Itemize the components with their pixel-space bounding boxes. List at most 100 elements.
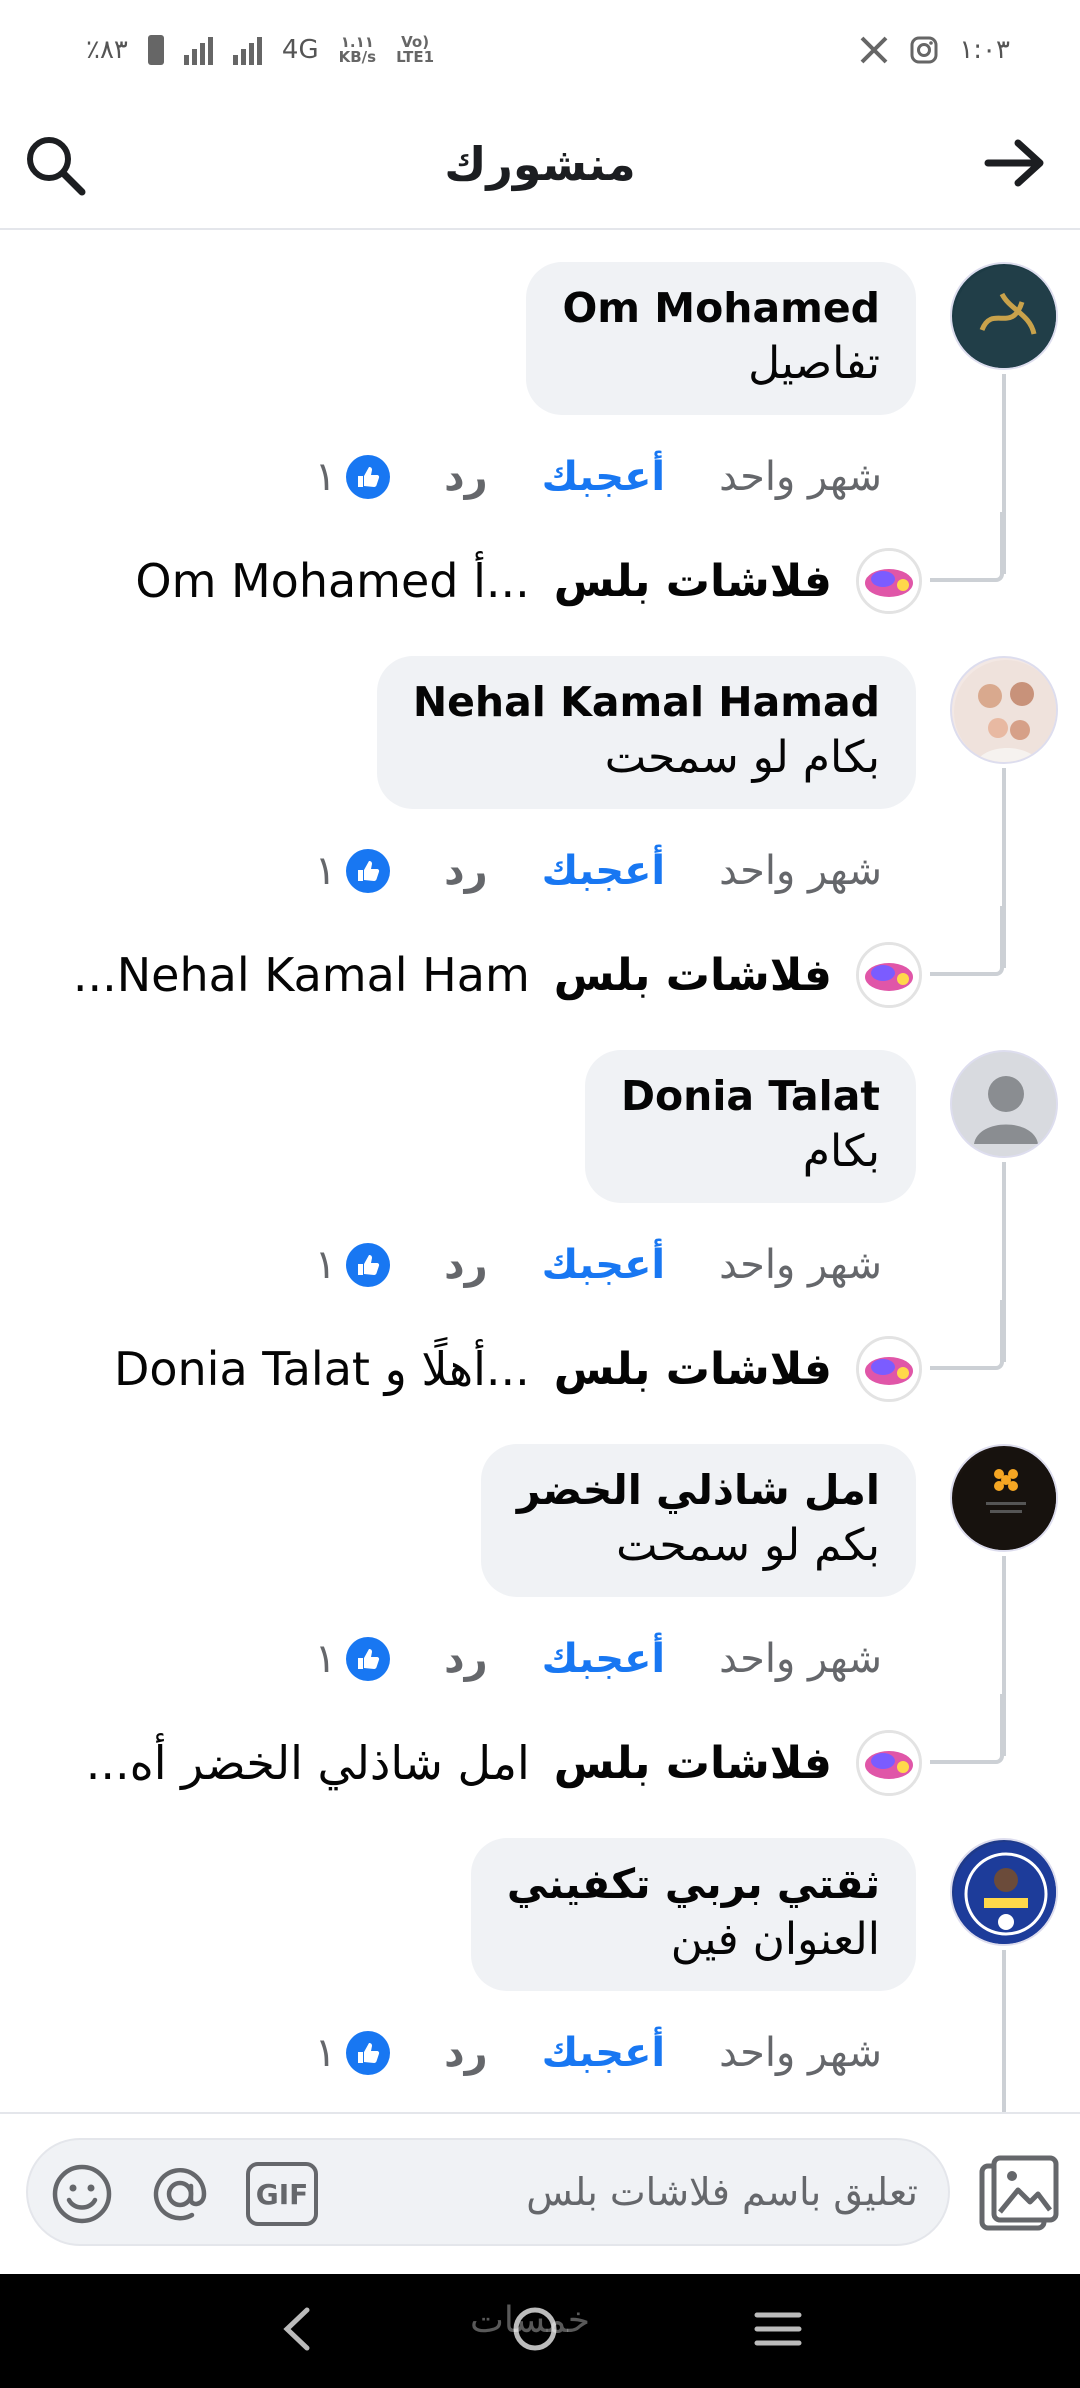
nav-recents-button[interactable] bbox=[753, 2309, 803, 2353]
reply-preview[interactable]: فلاشات بلس امل شاذلي الخضر أه... bbox=[86, 1730, 922, 1796]
search-button[interactable] bbox=[22, 132, 88, 202]
comment-author[interactable]: Nehal Kamal Hamad bbox=[413, 678, 880, 726]
emoji-button[interactable] bbox=[50, 2162, 114, 2230]
reply-author[interactable]: فلاشات بلس bbox=[554, 556, 832, 607]
like-button[interactable]: أعجبك bbox=[542, 454, 665, 500]
thumbs-up-icon bbox=[346, 849, 391, 893]
battery-icon bbox=[147, 35, 164, 65]
thread-connector bbox=[930, 906, 1004, 976]
avatar[interactable] bbox=[950, 656, 1058, 764]
page-avatar[interactable] bbox=[856, 548, 922, 614]
reply-author[interactable]: فلاشات بلس bbox=[554, 1344, 832, 1395]
x-twitter-icon bbox=[860, 36, 888, 64]
thread-connector bbox=[930, 1694, 1004, 1764]
comment-author[interactable]: Donia Talat bbox=[621, 1072, 880, 1120]
comment-actions: شهر واحد أعجبك رد ١ bbox=[315, 1636, 882, 1682]
thread-connector bbox=[930, 1300, 1004, 1370]
thread-connector bbox=[930, 512, 1004, 582]
gif-button[interactable]: GIF bbox=[246, 2162, 318, 2226]
like-button[interactable]: أعجبك bbox=[542, 1636, 665, 1682]
reply-button[interactable]: رد bbox=[444, 1636, 488, 1682]
comment-time: شهر واحد bbox=[719, 1242, 882, 1288]
comment-bubble[interactable]: Nehal Kamal Hamad بكام لو سمحت bbox=[376, 656, 916, 809]
comment-thread: Nehal Kamal Hamad بكام لو سمحت شهر واحد … bbox=[0, 626, 1080, 1020]
club-logo-avatar-image bbox=[954, 1842, 1056, 1944]
mention-button[interactable] bbox=[148, 2162, 212, 2230]
comment-time: شهر واحد bbox=[719, 1636, 882, 1682]
page-avatar[interactable] bbox=[856, 1336, 922, 1402]
thumbs-up-icon bbox=[346, 1243, 391, 1287]
photo-button[interactable] bbox=[978, 2154, 1060, 2238]
reply-preview[interactable]: فلاشات بلس ...أهلًا و Donia Talat bbox=[114, 1336, 922, 1402]
reply-text: ...أهلًا و Donia Talat bbox=[113, 1342, 530, 1396]
reply-preview[interactable]: فلاشات بلس ...أ Om Mohamed bbox=[135, 548, 922, 614]
gif-label: GIF bbox=[255, 2177, 309, 2211]
comment-time: شهر واحد bbox=[719, 2030, 882, 2076]
comment-bubble[interactable]: Om Mohamed تفاصيل bbox=[526, 262, 916, 415]
search-icon bbox=[27, 137, 86, 196]
reaction-count[interactable]: ١ bbox=[314, 1242, 391, 1288]
page-avatar[interactable] bbox=[856, 1730, 922, 1796]
comment-time: شهر واحد bbox=[719, 454, 882, 500]
reply-preview[interactable]: فلاشات بلس Nehal Kamal Ham... bbox=[73, 942, 922, 1008]
reaction-count-value: ١ bbox=[314, 848, 337, 894]
like-button[interactable]: أعجبك bbox=[542, 848, 665, 894]
like-button[interactable]: أعجبك bbox=[542, 1242, 665, 1288]
comment-actions: شهر واحد أعجبك رد ١ bbox=[315, 2030, 882, 2076]
family-avatar-image bbox=[954, 660, 1056, 762]
comment-bubble[interactable]: امل شاذلي الخضر بكم لو سمحت bbox=[480, 1444, 916, 1597]
thumbs-up-icon bbox=[346, 2031, 391, 2075]
comment-text: بكام لو سمحت bbox=[604, 732, 880, 783]
avatar[interactable] bbox=[950, 1838, 1058, 1946]
reply-button[interactable]: رد bbox=[444, 848, 488, 894]
reaction-count[interactable]: ١ bbox=[314, 2030, 391, 2076]
comment-author[interactable]: ثقتي بربي تكفيني bbox=[507, 1860, 880, 1908]
comment-thread: Donia Talat بكام شهر واحد أعجبك رد ١ فلا… bbox=[0, 1020, 1080, 1414]
nav-back-button[interactable] bbox=[277, 2304, 317, 2358]
comment-text: تفاصيل bbox=[748, 338, 880, 389]
reaction-count-value: ١ bbox=[314, 2030, 337, 2076]
page-title: منشورك bbox=[444, 137, 636, 191]
avatar[interactable] bbox=[950, 1050, 1058, 1158]
comments-feed[interactable]: Om Mohamed تفاصيل شهر واحد أعجبك رد ١ فل… bbox=[0, 232, 1080, 2112]
at-mention-icon bbox=[153, 2167, 207, 2221]
comment-author[interactable]: امل شاذلي الخضر bbox=[517, 1466, 880, 1514]
avatar[interactable] bbox=[950, 1444, 1058, 1552]
clock: ١:٠٣ bbox=[959, 35, 1010, 65]
status-right: ١:٠٣ bbox=[859, 35, 1010, 65]
reply-author[interactable]: فلاشات بلس bbox=[554, 1738, 832, 1789]
page-avatar[interactable] bbox=[856, 942, 922, 1008]
thread-line bbox=[1002, 1950, 1006, 2112]
reaction-count-value: ١ bbox=[314, 1242, 337, 1288]
emoji-icon bbox=[52, 2164, 112, 2224]
reaction-count-value: ١ bbox=[314, 1636, 337, 1682]
reply-text: ...أ Om Mohamed bbox=[135, 554, 530, 608]
reply-button[interactable]: رد bbox=[444, 1242, 488, 1288]
network-speed: ١.١١ KB/s bbox=[339, 35, 376, 65]
thumbs-up-icon bbox=[346, 1637, 391, 1681]
image-icon bbox=[979, 2155, 1059, 2231]
avatar[interactable] bbox=[950, 262, 1058, 370]
reply-text: Nehal Kamal Ham... bbox=[72, 948, 530, 1002]
status-bar: ٪٨٣ 4G ١.١١ KB/s Vo) LTE1 ١:٠٣ bbox=[0, 0, 1080, 100]
flower-avatar-image bbox=[954, 1448, 1056, 1550]
comment-author[interactable]: Om Mohamed bbox=[562, 284, 880, 332]
instagram-icon bbox=[910, 36, 938, 64]
like-button[interactable]: أعجبك bbox=[542, 2030, 665, 2076]
comment-input[interactable]: تعليق باسم فلاشات بلس GIF bbox=[26, 2138, 950, 2246]
reply-button[interactable]: رد bbox=[444, 2030, 488, 2076]
network-type: 4G bbox=[281, 35, 319, 65]
comment-composer: تعليق باسم فلاشات بلس GIF bbox=[0, 2112, 1080, 2274]
comment-bubble[interactable]: ثقتي بربي تكفيني العنوان فين bbox=[470, 1838, 916, 1991]
comment-text: بكم لو سمحت bbox=[616, 1520, 880, 1571]
comment-thread: ثقتي بربي تكفيني العنوان فين شهر واحد أع… bbox=[0, 1808, 1080, 2112]
comment-text: العنوان فين bbox=[670, 1914, 880, 1965]
comment-bubble[interactable]: Donia Talat بكام bbox=[584, 1050, 916, 1203]
reaction-count[interactable]: ١ bbox=[314, 848, 391, 894]
chevron-left-icon bbox=[283, 2307, 310, 2351]
reply-button[interactable]: رد bbox=[444, 454, 488, 500]
back-button[interactable] bbox=[984, 138, 1046, 192]
reaction-count[interactable]: ١ bbox=[315, 454, 391, 500]
reply-author[interactable]: فلاشات بلس bbox=[554, 950, 832, 1001]
reaction-count[interactable]: ١ bbox=[314, 1636, 391, 1682]
